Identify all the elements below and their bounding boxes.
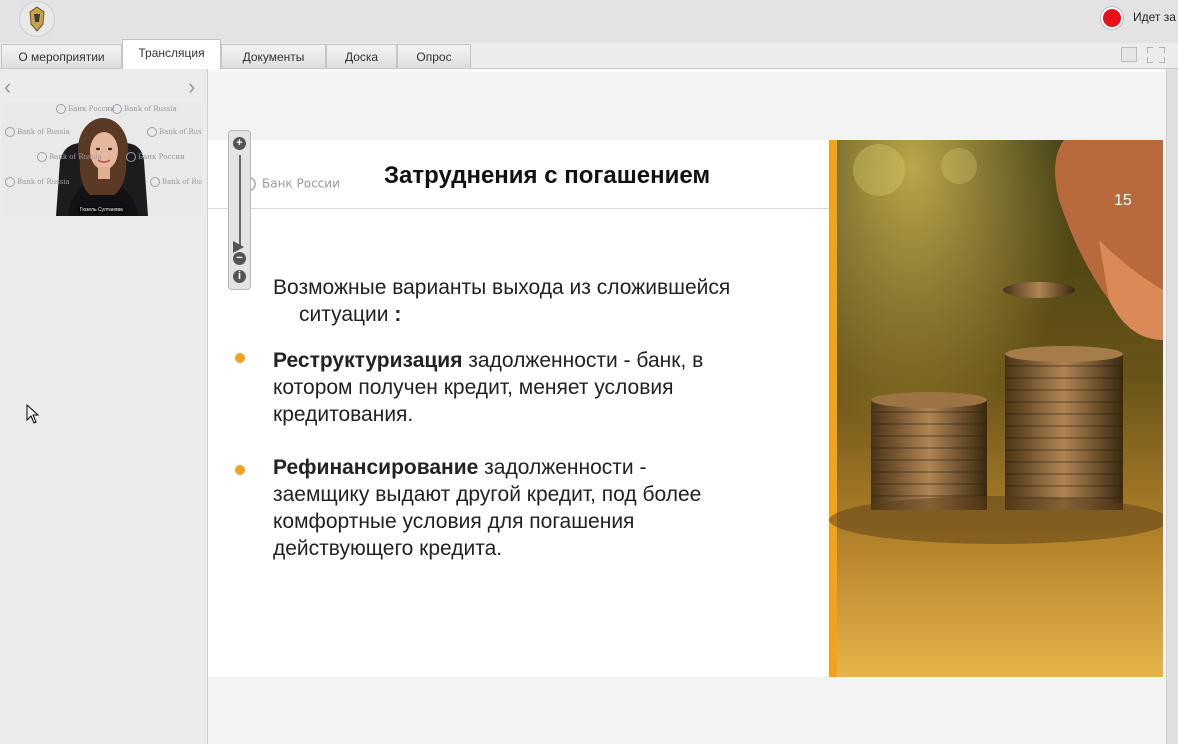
intro-line: ситуации : bbox=[273, 301, 813, 328]
org-crest-logo bbox=[19, 1, 55, 37]
bullet-line: Реструктуризация задолженности - банк, в bbox=[273, 347, 793, 374]
recording-indicator-icon[interactable] bbox=[1101, 7, 1123, 29]
tab-broadcast[interactable]: Трансляция bbox=[122, 39, 221, 69]
participants-panel: ‹ › Банк России Bank of Russia Bank of R… bbox=[0, 69, 207, 744]
bullet-line: заемщику выдают другой кредит, под более bbox=[273, 483, 702, 506]
video-watermark: Bank of Russia bbox=[5, 177, 70, 187]
slide-intro-text: Возможные варианты выхода из сложившейся… bbox=[273, 274, 813, 328]
bullet-restructuring: Реструктуризация задолженности - банк, в… bbox=[273, 347, 793, 428]
video-watermark: Bank of Russia bbox=[37, 152, 102, 162]
intro-line: Возможные варианты выхода из сложившейся bbox=[273, 276, 731, 299]
bullet-line: комфортные условия для погашения bbox=[273, 510, 635, 533]
bullet-term: Реструктуризация bbox=[273, 349, 463, 372]
video-watermark: Bank of Russia bbox=[5, 127, 70, 137]
chevron-right-icon[interactable]: › bbox=[188, 76, 195, 98]
top-bar: Идет за bbox=[0, 0, 1178, 43]
tab-board[interactable]: Доска bbox=[326, 44, 397, 68]
zoom-in-icon[interactable]: + bbox=[233, 137, 246, 150]
bullet-line: кредитования. bbox=[273, 403, 414, 426]
video-watermark: Банк России bbox=[126, 152, 185, 162]
zoom-out-icon[interactable]: − bbox=[233, 252, 246, 265]
bullet-line: действующего кредита. bbox=[273, 537, 503, 560]
intro-colon: : bbox=[394, 303, 402, 326]
window-mode-icon[interactable] bbox=[1121, 47, 1137, 62]
fullscreen-icon[interactable] bbox=[1147, 47, 1165, 63]
video-watermark: Bank of Russia bbox=[147, 127, 202, 137]
tab-bar: О мероприятии Трансляция Документы Доска… bbox=[0, 39, 1178, 69]
zoom-control: + − i bbox=[228, 130, 251, 290]
mouse-cursor-icon bbox=[26, 404, 40, 424]
coins-stack-image bbox=[829, 140, 1163, 677]
bullet-text: задолженности - bbox=[478, 456, 647, 479]
bullet-line: Рефинансирование задолженности - bbox=[273, 454, 793, 481]
vertical-scrollbar[interactable] bbox=[1166, 69, 1178, 744]
bullet-marker-icon bbox=[235, 353, 245, 363]
tab-about-event[interactable]: О мероприятии bbox=[1, 44, 122, 68]
speaker-video[interactable]: Банк России Bank of Russia Bank of Russi… bbox=[2, 103, 202, 216]
slide-title: Затруднения с погашением bbox=[384, 162, 711, 189]
bank-logo-text: Банк России bbox=[262, 176, 340, 191]
bullet-text: задолженности - банк, в bbox=[462, 349, 704, 372]
presentation-slide: Банк России Затруднения с погашением Воз… bbox=[208, 140, 1163, 677]
bullet-marker-icon bbox=[235, 465, 245, 475]
bank-of-russia-logo: Банк России bbox=[240, 176, 340, 192]
intro-line-text: ситуации bbox=[299, 303, 389, 326]
video-watermark: Bank of Russia bbox=[150, 177, 202, 187]
video-watermark: Банк России bbox=[56, 104, 115, 114]
bullet-term: Рефинансирование bbox=[273, 456, 479, 479]
tab-documents[interactable]: Документы bbox=[221, 44, 326, 68]
bullet-line: котором получен кредит, меняет условия bbox=[273, 376, 674, 399]
tab-poll[interactable]: Опрос bbox=[397, 44, 471, 68]
zoom-slider-track[interactable] bbox=[239, 155, 241, 247]
speaker-name: Гюзель Султанова bbox=[78, 207, 125, 213]
bullet-refinancing: Рефинансирование задолженности - заемщик… bbox=[273, 454, 793, 562]
slide-page-number: 15 bbox=[1114, 192, 1132, 209]
chevron-left-icon[interactable]: ‹ bbox=[4, 76, 11, 98]
video-watermark: Bank of Russia bbox=[112, 104, 177, 114]
header-divider bbox=[208, 208, 830, 209]
info-icon[interactable]: i bbox=[233, 270, 246, 283]
recording-status-label: Идет за bbox=[1133, 10, 1176, 24]
